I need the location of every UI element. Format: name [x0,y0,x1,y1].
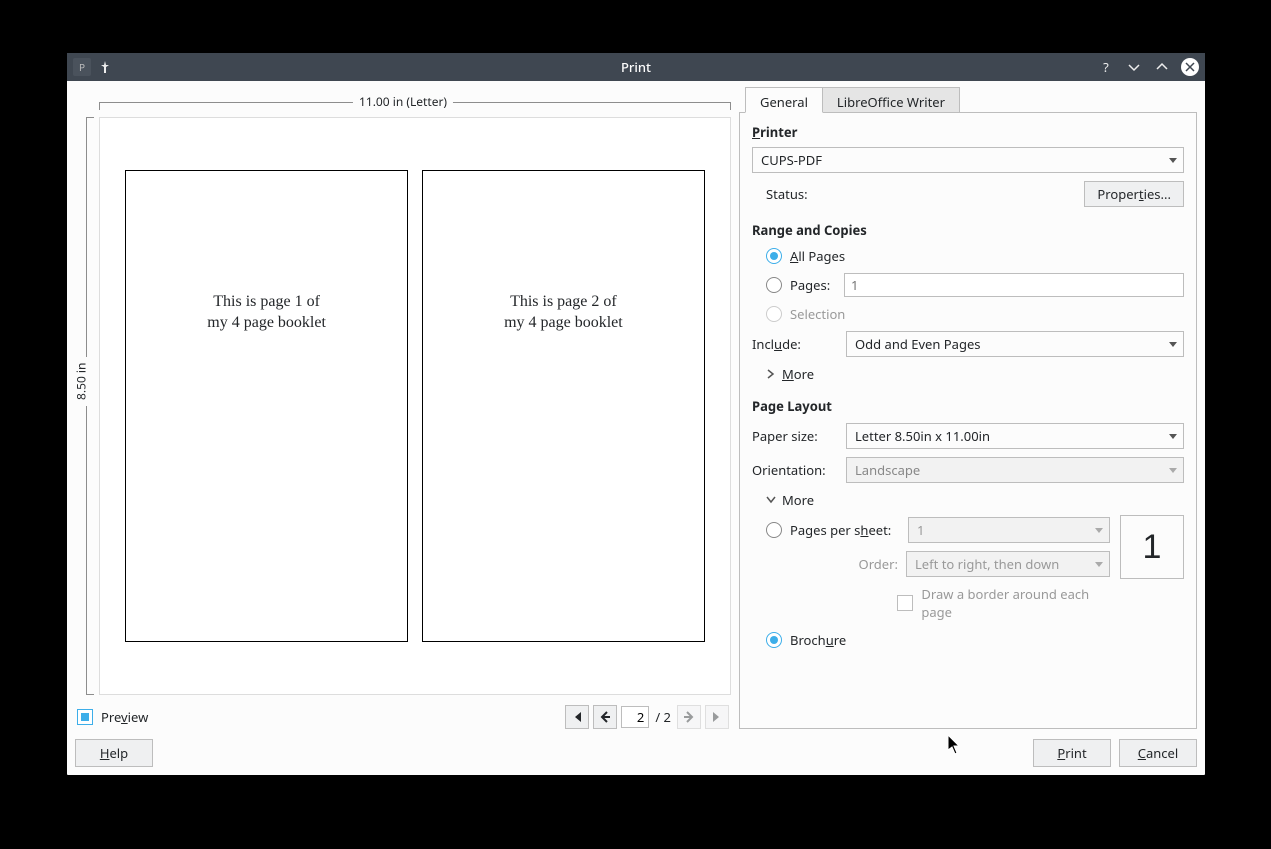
cancel-button[interactable]: Cancel [1119,739,1197,767]
tabs: General LibreOffice Writer [739,87,1197,113]
preview-page-right: This is page 2 of my 4 page booklet [422,170,705,642]
page-text: my 4 page booklet [423,312,704,334]
preview-label: Preview [101,708,148,726]
preview-checkbox[interactable] [77,709,93,725]
chevron-down-icon [1095,528,1103,533]
window-title: Print [67,58,1205,76]
ruler-vertical: 8.50 in [75,117,99,695]
layout-more-expander[interactable]: More [766,491,1184,509]
settings-panel: General LibreOffice Writer Printer CUPS-… [739,87,1197,729]
range-more-expander[interactable]: More [766,365,1184,383]
pages-input[interactable] [844,273,1184,297]
chevron-down-icon [1169,342,1177,347]
selection-label: Selection [790,305,845,323]
print-button[interactable]: Print [1033,739,1111,767]
orientation-value: Landscape [855,461,920,479]
ruler-width-label: 11.00 in (Letter) [353,93,453,110]
last-page-button[interactable] [705,705,729,729]
more-label: More [782,365,814,383]
pps-preview-value: 1 [1143,528,1162,567]
radio-all-pages[interactable] [766,248,782,264]
include-select[interactable]: Odd and Even Pages [846,331,1184,357]
chevron-down-icon [766,496,776,504]
tab-writer[interactable]: LibreOffice Writer [823,87,960,113]
brochure-label: Brochure [790,631,846,649]
radio-pages[interactable] [766,277,782,293]
printer-select[interactable]: CUPS-PDF [752,147,1184,173]
chevron-right-icon [766,369,776,379]
include-label: Include: [752,335,838,353]
page-text: This is page 1 of [126,291,407,313]
preview-page-left: This is page 1 of my 4 page booklet [125,170,408,642]
print-dialog: P Print ? [67,53,1205,775]
all-pages-label: All Pages [790,247,845,265]
help-button[interactable]: Help [75,739,153,767]
first-page-button[interactable] [565,705,589,729]
orientation-label: Orientation: [752,461,838,479]
pps-label: Pages per sheet: [790,521,900,539]
preview-sheet: This is page 1 of my 4 page booklet This… [99,117,731,695]
pages-per-sheet-preview: 1 [1120,515,1184,579]
section-range: Range and Copies [752,221,1184,239]
page-text: my 4 page booklet [126,312,407,334]
paper-size-label: Paper size: [752,427,838,445]
draw-border-checkbox [897,595,913,611]
page-number-input[interactable] [621,706,649,728]
pps-select: 1 [908,517,1110,543]
chevron-down-icon [1169,158,1177,163]
dialog-footer: Help Print Cancel [75,729,1197,767]
order-value: Left to right, then down [915,555,1059,573]
printer-select-value: CUPS-PDF [761,151,822,169]
draw-border-label: Draw a border around each page [921,585,1110,621]
chevron-down-icon [1095,562,1103,567]
status-label: Status: [766,185,808,203]
paper-size-select[interactable]: Letter 8.50in x 11.00in [846,423,1184,449]
titlebar: P Print ? [67,53,1205,81]
section-layout: Page Layout [752,397,1184,415]
prev-page-button[interactable] [593,705,617,729]
chevron-down-icon [1169,434,1177,439]
pps-value: 1 [917,521,924,539]
ruler-height-label: 8.50 in [73,357,90,406]
orientation-select: Landscape [846,457,1184,483]
section-printer: Printer [752,123,1184,141]
preview-panel: 11.00 in (Letter) 8.50 in This is page 1… [75,87,731,729]
more-label: More [782,491,814,509]
page-total-label: / 2 [653,708,673,726]
order-label: Order: [766,555,898,573]
pages-label: Pages: [790,276,836,294]
order-select: Left to right, then down [906,551,1110,577]
ruler-horizontal: 11.00 in (Letter) [75,87,731,117]
radio-brochure[interactable] [766,632,782,648]
properties-button[interactable]: Properties... [1084,181,1184,207]
paper-size-value: Letter 8.50in x 11.00in [855,427,990,445]
include-value: Odd and Even Pages [855,335,981,353]
page-text: This is page 2 of [423,291,704,313]
tab-general[interactable]: General [745,87,823,113]
chevron-down-icon [1169,468,1177,473]
radio-pages-per-sheet[interactable] [766,522,782,538]
radio-selection [766,306,782,322]
next-page-button[interactable] [677,705,701,729]
